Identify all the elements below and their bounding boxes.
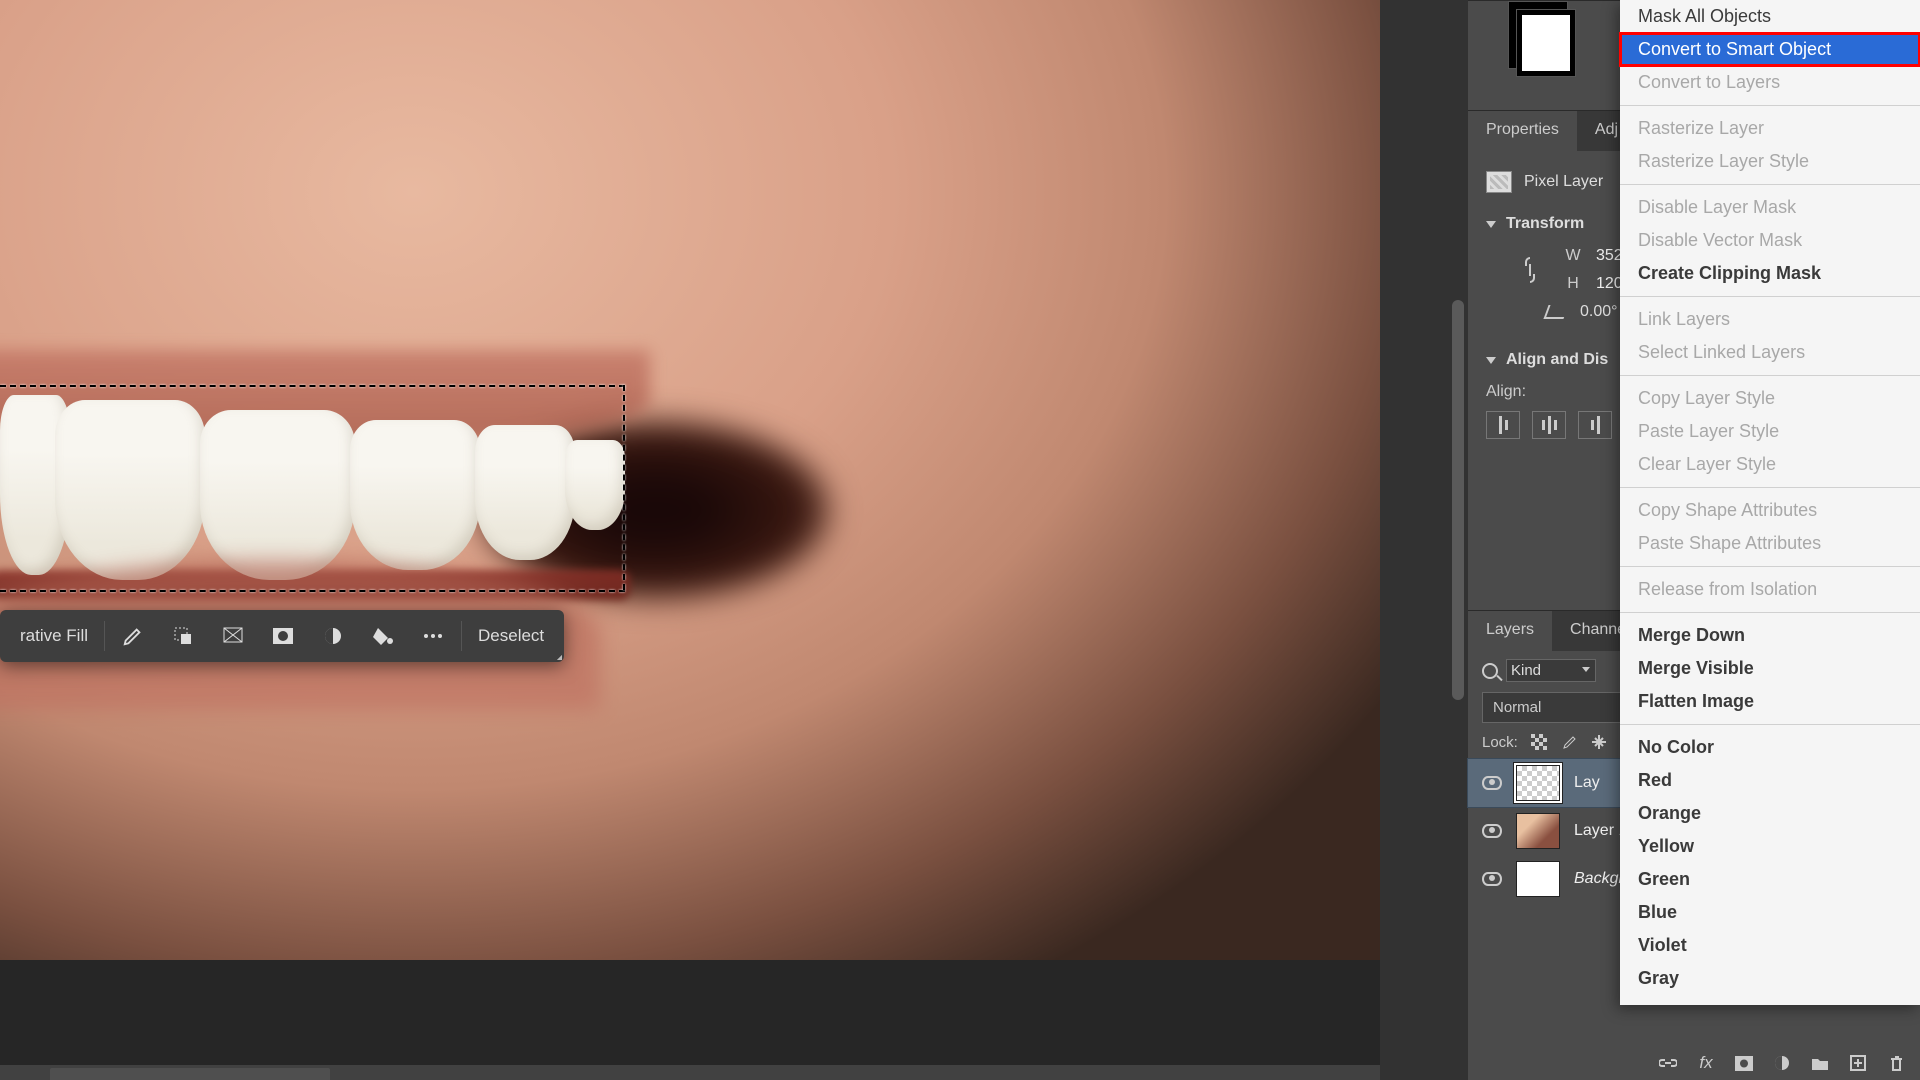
canvas-pad (0, 960, 1380, 1080)
menu-item-paste-layer-style: Paste Layer Style (1620, 415, 1920, 448)
foreground-swatch[interactable] (1516, 9, 1576, 77)
align-left-button[interactable] (1486, 411, 1520, 439)
layer-thumbnail[interactable] (1516, 813, 1560, 849)
layer-thumbnail[interactable] (1516, 861, 1560, 897)
adjustment-layer-icon[interactable] (1772, 1054, 1792, 1072)
visibility-eye-icon[interactable] (1482, 872, 1502, 886)
menu-item-convert-to-smart-object[interactable]: Convert to Smart Object (1620, 33, 1920, 66)
menu-item-orange[interactable]: Orange (1620, 797, 1920, 830)
trash-icon[interactable] (1886, 1054, 1906, 1072)
menu-item-blue[interactable]: Blue (1620, 896, 1920, 929)
new-layer-icon[interactable] (1848, 1054, 1868, 1072)
menu-item-merge-down[interactable]: Merge Down (1620, 619, 1920, 652)
canvas-area[interactable] (0, 0, 1380, 960)
filter-kind-select[interactable]: Kind (1506, 659, 1596, 682)
selection-marquee (623, 385, 625, 590)
menu-item-select-linked-layers: Select Linked Layers (1620, 336, 1920, 369)
align-right-button[interactable] (1578, 411, 1612, 439)
deselect-button[interactable]: Deselect (468, 626, 554, 646)
lock-label: Lock: (1482, 734, 1518, 751)
more-options-icon[interactable] (411, 616, 455, 656)
layer-type-label: Pixel Layer (1524, 173, 1603, 191)
menu-item-disable-vector-mask: Disable Vector Mask (1620, 224, 1920, 257)
menu-item-gray[interactable]: Gray (1620, 962, 1920, 995)
menu-item-create-clipping-mask[interactable]: Create Clipping Mask (1620, 257, 1920, 290)
angle-value[interactable]: 0.00° (1580, 303, 1618, 321)
menu-item-rasterize-layer-style: Rasterize Layer Style (1620, 145, 1920, 178)
add-mask-icon[interactable] (1734, 1054, 1754, 1072)
menu-item-no-color[interactable]: No Color (1620, 731, 1920, 764)
chevron-down-icon (1486, 357, 1496, 364)
lock-pixels-icon[interactable] (1560, 733, 1578, 751)
menu-item-link-layers: Link Layers (1620, 303, 1920, 336)
invert-icon[interactable] (311, 616, 355, 656)
menu-item-violet[interactable]: Violet (1620, 929, 1920, 962)
menu-item-convert-to-layers: Convert to Layers (1620, 66, 1920, 99)
document-tab[interactable] (50, 1068, 330, 1080)
menu-item-release-from-isolation: Release from Isolation (1620, 573, 1920, 606)
fill-icon[interactable] (361, 616, 405, 656)
search-icon (1482, 663, 1498, 679)
layer-thumbnail[interactable] (1516, 765, 1560, 801)
subtract-selection-icon[interactable] (161, 616, 205, 656)
width-label: W (1558, 247, 1588, 265)
layer-context-menu: Mask All ObjectsConvert to Smart ObjectC… (1620, 0, 1920, 1005)
menu-item-copy-layer-style: Copy Layer Style (1620, 382, 1920, 415)
pixel-layer-icon (1486, 171, 1512, 193)
menu-item-merge-visible[interactable]: Merge Visible (1620, 652, 1920, 685)
brush-select-icon[interactable] (111, 616, 155, 656)
link-dimensions-icon[interactable] (1510, 256, 1550, 284)
menu-item-red[interactable]: Red (1620, 764, 1920, 797)
menu-item-paste-shape-attributes: Paste Shape Attributes (1620, 527, 1920, 560)
height-label: H (1558, 275, 1588, 293)
panel-scrollbar[interactable] (1452, 300, 1464, 700)
tab-layers[interactable]: Layers (1468, 611, 1552, 651)
layer-fx-icon[interactable]: fx (1696, 1054, 1716, 1072)
lock-transparency-icon[interactable] (1530, 733, 1548, 751)
menu-item-flatten-image[interactable]: Flatten Image (1620, 685, 1920, 718)
menu-item-mask-all-objects[interactable]: Mask All Objects (1620, 0, 1920, 33)
tab-properties[interactable]: Properties (1468, 111, 1577, 151)
document-image[interactable] (0, 0, 1380, 960)
selection-marquee (0, 385, 625, 387)
link-layers-icon[interactable] (1658, 1054, 1678, 1072)
angle-icon (1543, 305, 1568, 319)
blend-mode-select[interactable]: Normal (1482, 692, 1622, 723)
menu-item-rasterize-layer: Rasterize Layer (1620, 112, 1920, 145)
menu-item-yellow[interactable]: Yellow (1620, 830, 1920, 863)
chevron-down-icon (1486, 221, 1496, 228)
menu-item-copy-shape-attributes: Copy Shape Attributes (1620, 494, 1920, 527)
contextual-task-bar: rative Fill Deselect (0, 610, 564, 662)
transform-selection-icon[interactable] (211, 616, 255, 656)
visibility-eye-icon[interactable] (1482, 824, 1502, 838)
menu-item-green[interactable]: Green (1620, 863, 1920, 896)
generative-fill-button[interactable]: rative Fill (10, 626, 98, 646)
selection-marquee (0, 590, 625, 592)
align-center-button[interactable] (1532, 411, 1566, 439)
lock-position-icon[interactable] (1590, 733, 1608, 751)
group-icon[interactable] (1810, 1054, 1830, 1072)
menu-item-clear-layer-style: Clear Layer Style (1620, 448, 1920, 481)
menu-item-disable-layer-mask: Disable Layer Mask (1620, 191, 1920, 224)
layers-footer: fx (1658, 1054, 1906, 1072)
visibility-eye-icon[interactable] (1482, 776, 1502, 790)
mask-icon[interactable] (261, 616, 305, 656)
